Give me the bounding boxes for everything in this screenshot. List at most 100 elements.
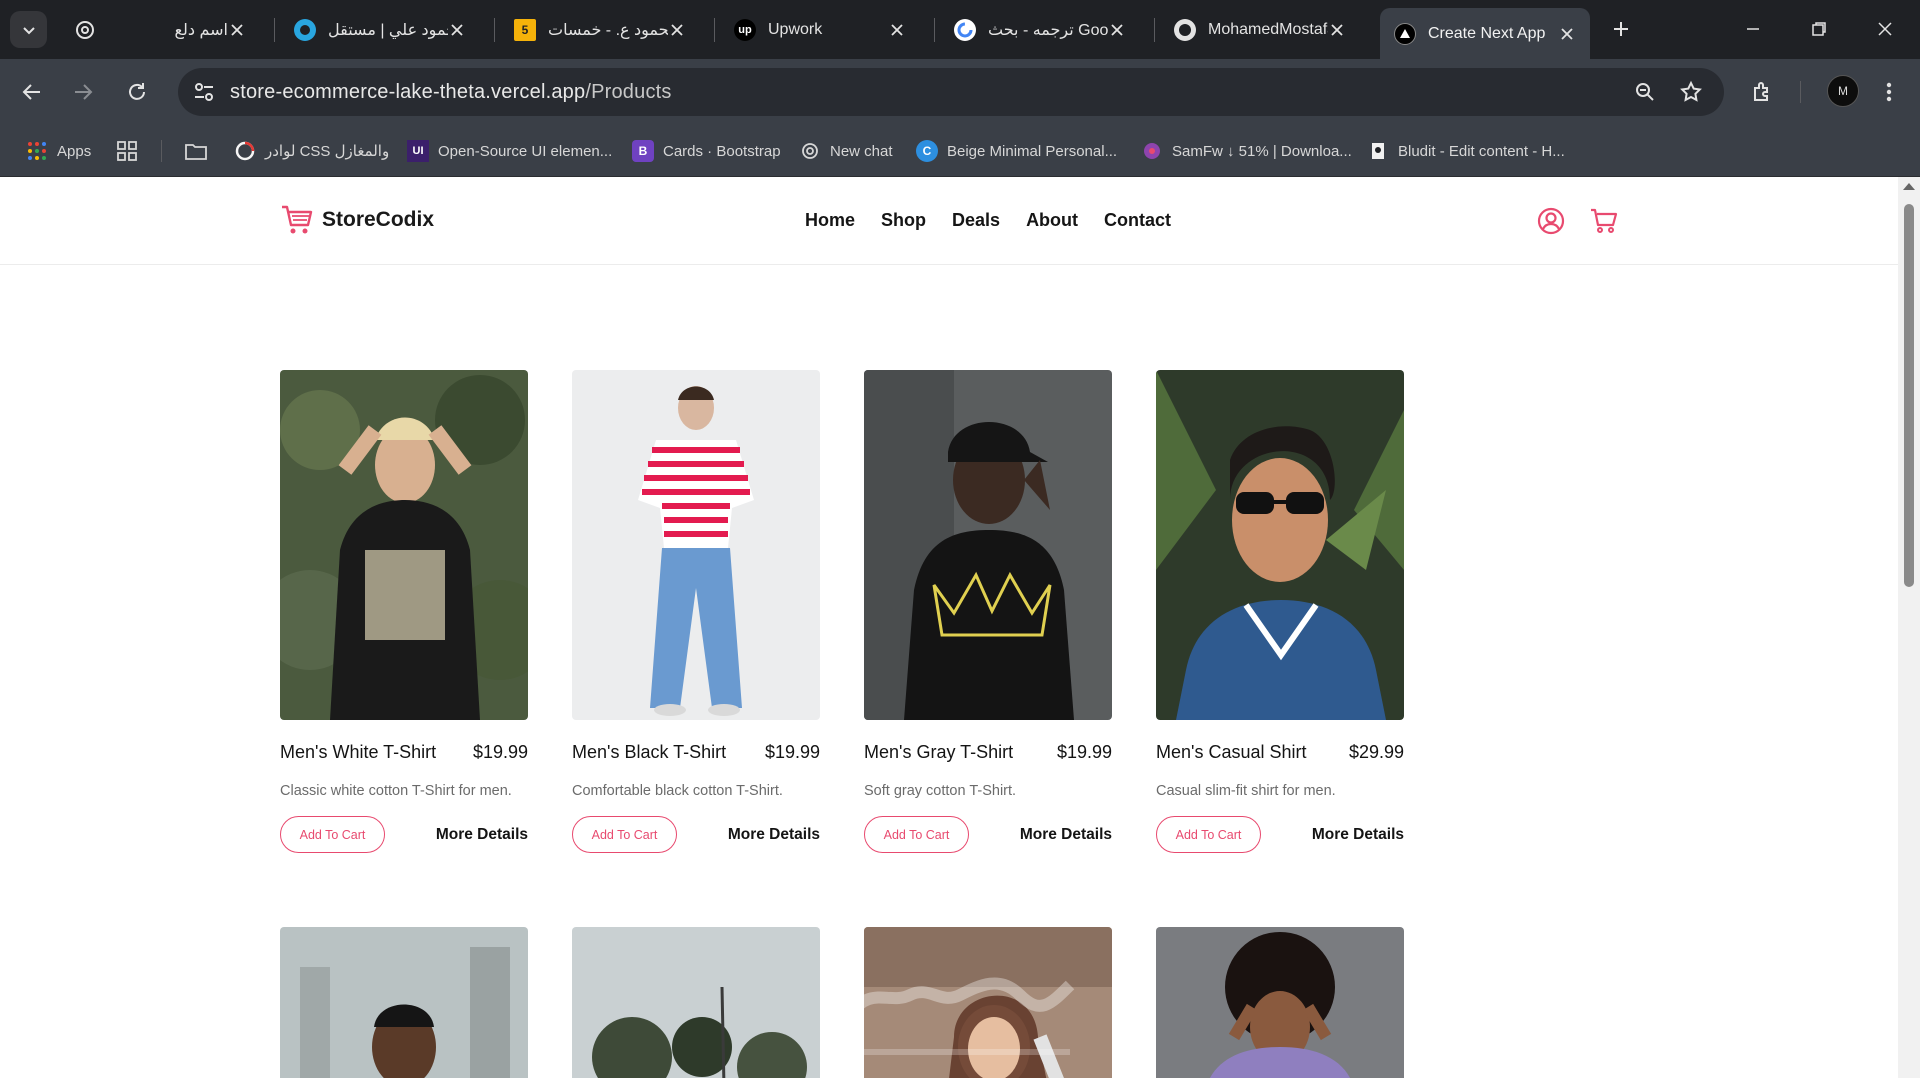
product-image[interactable]: [864, 370, 1112, 720]
forward-button[interactable]: [66, 75, 100, 109]
reload-button[interactable]: [120, 75, 154, 109]
close-window-button[interactable]: [1870, 14, 1900, 44]
main-nav: Home Shop Deals About Contact: [805, 210, 1171, 231]
bookmark-apps[interactable]: Apps: [26, 137, 91, 165]
browser-tab[interactable]: up Upwork: [720, 8, 920, 52]
uiverse-icon: UI: [407, 140, 429, 162]
product-description: Casual slim-fit shirt for men.: [1156, 783, 1336, 799]
add-to-cart-button[interactable]: Add To Cart: [280, 816, 385, 853]
close-icon[interactable]: [1328, 21, 1346, 39]
tab-title: اسم دلع: [174, 22, 228, 39]
bookmark-bootstrap-cards[interactable]: B Cards · Bootstrap: [632, 137, 781, 165]
google-icon: [954, 19, 976, 41]
profile-avatar[interactable]: M: [1827, 75, 1859, 107]
bookmark-new-chat[interactable]: New chat: [799, 137, 893, 165]
canva-icon: C: [916, 140, 938, 162]
khamsat-icon: 5: [514, 19, 536, 41]
bookmark-samfw[interactable]: SamFw ↓ 51% | Downloa...: [1141, 137, 1352, 165]
product-card: [572, 927, 820, 1078]
nav-about[interactable]: About: [1026, 210, 1078, 231]
product-image[interactable]: [280, 927, 528, 1078]
zoom-icon[interactable]: [1633, 80, 1657, 109]
bookmark-star-icon[interactable]: [1679, 80, 1703, 109]
add-to-cart-button[interactable]: Add To Cart: [572, 816, 677, 853]
maximize-button[interactable]: [1804, 14, 1834, 44]
openai-icon: [799, 140, 821, 162]
reload-icon: [129, 83, 145, 100]
add-to-cart-button[interactable]: Add To Cart: [864, 816, 969, 853]
tab-title: Create Next App: [1428, 24, 1546, 42]
tab-search-button[interactable]: [10, 11, 47, 48]
browser-tab[interactable]: MohamedMostafa: [1160, 8, 1360, 52]
site-logo[interactable]: StoreCodix: [280, 204, 434, 236]
new-tab-button[interactable]: [1606, 14, 1636, 44]
browser-tab-strip: اسم دلع محمود علي | مستقل 5 محمود ع. - خ…: [0, 0, 1920, 59]
browser-tab[interactable]: محمود علي | مستقل: [280, 8, 480, 52]
close-icon[interactable]: [1558, 25, 1576, 43]
minimize-button[interactable]: [1738, 14, 1768, 44]
vercel-icon: [1394, 22, 1416, 45]
site-settings-icon[interactable]: [192, 80, 216, 109]
product-card: Men's Black T-Shirt $19.99 Comfortable b…: [572, 370, 820, 853]
browser-tab[interactable]: 5 محمود ع. - خمسات: [500, 8, 700, 52]
product-card: Men's Casual Shirt $29.99 Casual slim-fi…: [1156, 370, 1404, 853]
product-card: [280, 927, 528, 1078]
close-icon[interactable]: [888, 21, 906, 39]
bookmark-label: لوادر CSS والمغازل: [265, 143, 390, 160]
tab-title: محمود علي | مستقل: [328, 22, 448, 39]
more-details-link[interactable]: More Details: [436, 826, 528, 844]
restore-icon: [1812, 22, 1826, 36]
user-account-icon[interactable]: [1536, 206, 1566, 236]
product-image[interactable]: [572, 370, 820, 720]
scrollbar-thumb[interactable]: [1904, 204, 1914, 587]
openai-icon: [74, 19, 96, 41]
url-host: store-ecommerce-lake-theta.vercel.app: [230, 81, 586, 103]
more-details-link[interactable]: More Details: [1020, 826, 1112, 844]
product-image[interactable]: [1156, 927, 1404, 1078]
browser-tab[interactable]: اسم دلع: [60, 8, 260, 52]
bookmark-uiverse[interactable]: UI Open-Source UI elemen...: [407, 137, 612, 165]
close-icon[interactable]: [228, 21, 246, 39]
nav-contact[interactable]: Contact: [1104, 210, 1171, 231]
close-icon[interactable]: [448, 21, 466, 39]
browser-tab-active[interactable]: Create Next App: [1380, 8, 1590, 59]
more-details-link[interactable]: More Details: [728, 826, 820, 844]
scroll-up-arrow-icon[interactable]: [1903, 183, 1915, 190]
tab-groups-button[interactable]: [116, 137, 147, 165]
bookmark-bludit[interactable]: Bludit - Edit content - H...: [1367, 137, 1565, 165]
menu-button[interactable]: [1872, 75, 1906, 109]
github-icon: [1174, 19, 1196, 41]
tab-separator: [934, 18, 935, 42]
product-image[interactable]: [572, 927, 820, 1078]
tab-title: محمود ع. - خمسات: [548, 22, 668, 39]
extensions-button[interactable]: [1745, 75, 1779, 109]
nav-shop[interactable]: Shop: [881, 210, 926, 231]
product-description: Classic white cotton T-Shirt for men.: [280, 783, 512, 799]
browser-tab[interactable]: ترجمه - بحث Google: [940, 8, 1140, 52]
close-icon[interactable]: [668, 21, 686, 39]
more-details-link[interactable]: More Details: [1312, 826, 1404, 844]
mostaql-icon: [294, 19, 316, 41]
bookmark-folder[interactable]: [185, 137, 216, 165]
address-bar[interactable]: store-ecommerce-lake-theta.vercel.app/Pr…: [178, 68, 1724, 116]
product-image[interactable]: [280, 370, 528, 720]
nav-home[interactable]: Home: [805, 210, 855, 231]
nav-deals[interactable]: Deals: [952, 210, 1000, 231]
cart-icon[interactable]: [1589, 206, 1619, 236]
bookmark-divider: [161, 140, 162, 162]
product-image[interactable]: [1156, 370, 1404, 720]
grid-icon: [116, 140, 138, 162]
bookmark-canva[interactable]: C Beige Minimal Personal...: [916, 137, 1117, 165]
bookmark-label: Open-Source UI elemen...: [438, 142, 613, 160]
bookmark-css-loaders[interactable]: لوادر CSS والمغازل: [234, 137, 389, 165]
minimize-icon: [1747, 28, 1759, 30]
back-button[interactable]: [15, 75, 49, 109]
tab-separator: [714, 18, 715, 42]
page-scrollbar[interactable]: [1898, 177, 1920, 1078]
add-to-cart-button[interactable]: Add To Cart: [1156, 816, 1261, 853]
close-icon[interactable]: [1108, 21, 1126, 39]
bookmark-label: Beige Minimal Personal...: [947, 142, 1118, 160]
brand-name: StoreCodix: [322, 208, 435, 231]
browser-toolbar: store-ecommerce-lake-theta.vercel.app/Pr…: [0, 59, 1920, 124]
bookmark-label: Bludit - Edit content - H...: [1398, 142, 1565, 160]
